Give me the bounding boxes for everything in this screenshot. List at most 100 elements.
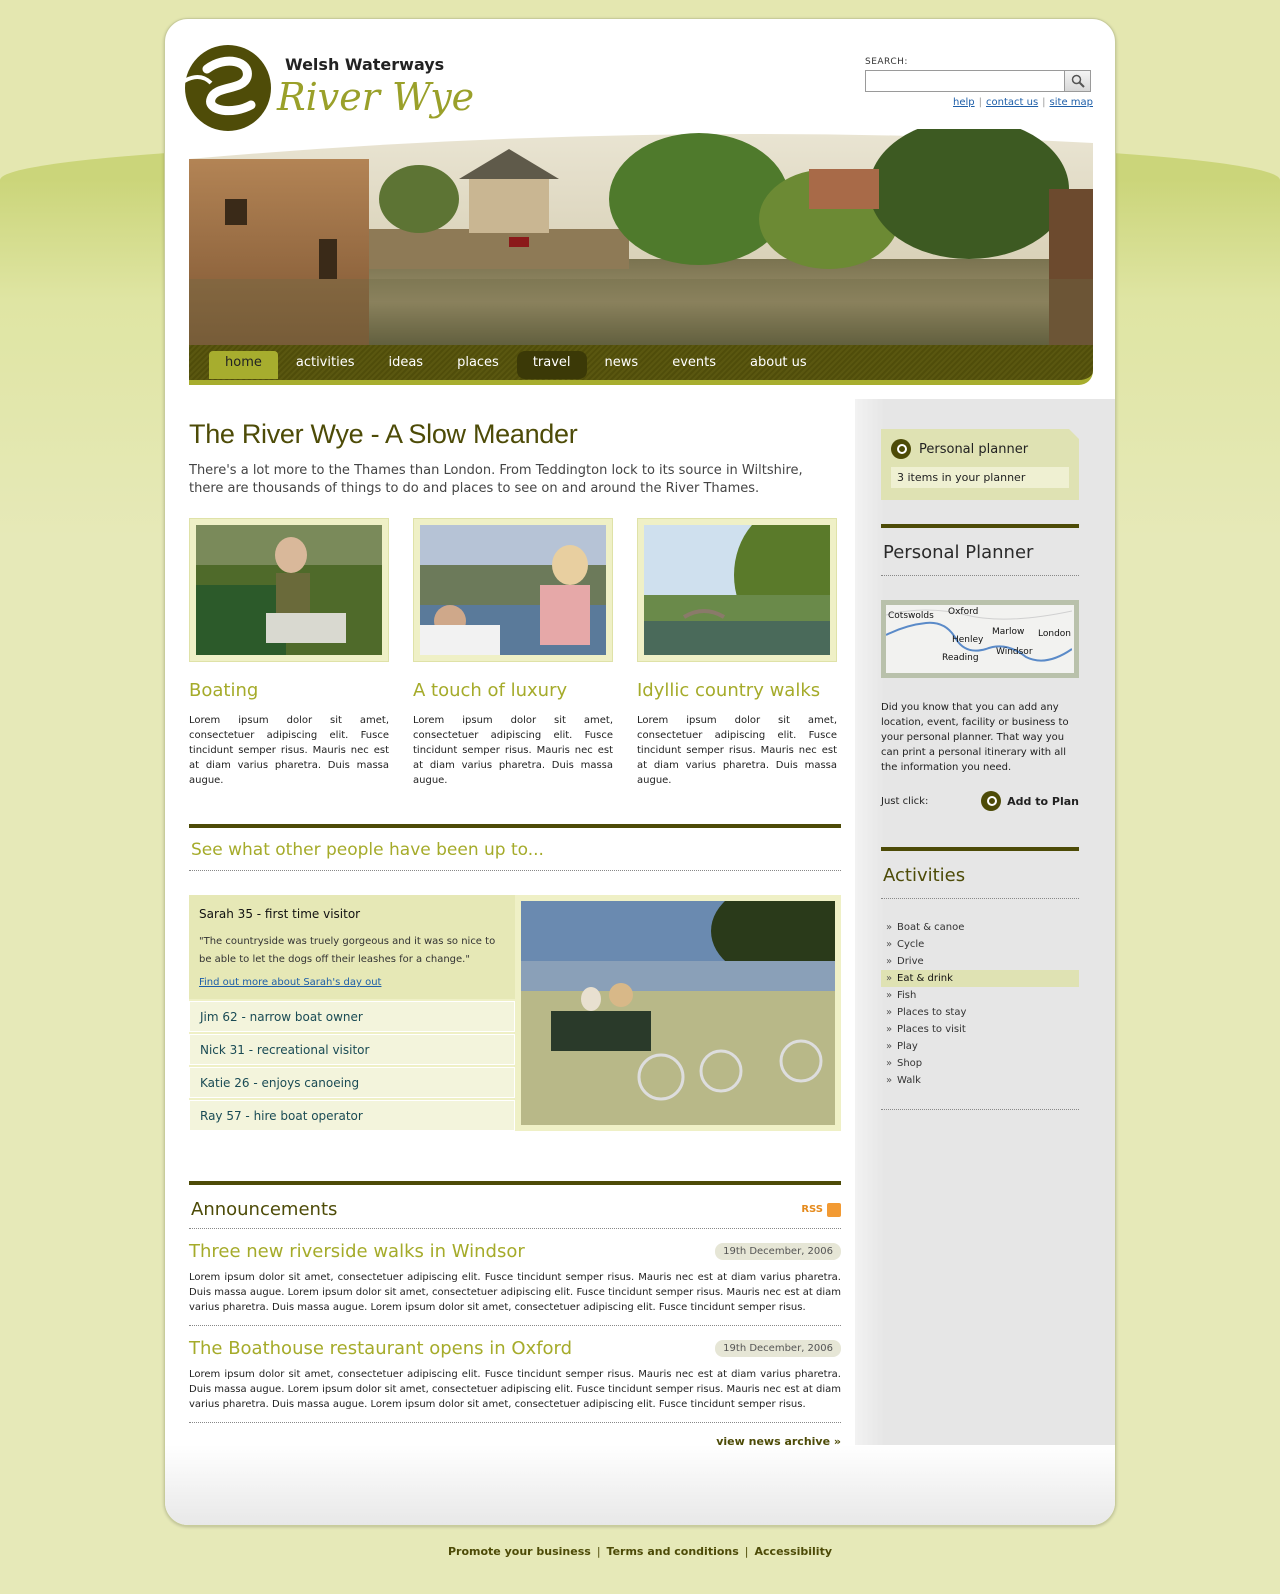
activity-item[interactable]: Walk [881,1072,1079,1089]
activity-item[interactable]: Eat & drink [881,970,1079,987]
feature-walks: Idyllic country walks Lorem ipsum dolor … [637,518,837,788]
map-inner: Cotswolds Oxford Marlow London Henley Wi… [886,605,1074,673]
map-label: Marlow [992,627,1025,637]
activities-list: Boat & canoe Cycle Drive Eat & drink Fis… [881,919,1079,1110]
nav-news[interactable]: news [589,351,655,379]
contact-us-link[interactable]: contact us [986,97,1038,108]
quote-card: Sarah 35 - first time visitor "The count… [189,895,515,999]
site-map-link[interactable]: site map [1050,97,1093,108]
announcements-header: Announcements RSS [189,1185,841,1229]
quote-link[interactable]: Find out more about Sarah's day out [199,977,505,988]
page-container: Welsh Waterways River Wye SEARCH: help | c… [164,18,1116,1526]
sidebar: Personal planner 3 items in your planner… [881,429,1079,1110]
news-text: Lorem ipsum dolor sit amet, consectetuer… [189,1369,841,1410]
search: SEARCH: [865,57,1091,92]
add-to-plan-button[interactable]: Add to Plan [981,791,1079,811]
feature-title[interactable]: Boating [189,680,389,701]
link-separator: | [1042,97,1046,108]
activity-item[interactable]: Fish [881,987,1079,1004]
activity-item[interactable]: Places to visit [881,1021,1079,1038]
search-box [865,70,1091,92]
news-head: The Boathouse restaurant opens in Oxford… [189,1338,841,1359]
news-title[interactable]: Three new riverside walks in Windsor [189,1241,525,1262]
quote-name[interactable]: Sarah 35 - first time visitor [199,907,505,921]
quote-text: "The countryside was truely gorgeous and… [199,936,496,965]
feature-luxury: A touch of luxury Lorem ipsum dolor sit … [413,518,613,788]
help-link[interactable]: help [953,97,975,108]
activity-item[interactable]: Places to stay [881,1004,1079,1021]
news-item: The Boathouse restaurant opens in Oxford… [189,1326,841,1423]
person-item[interactable]: Jim 62 - narrow boat owner [189,1001,515,1032]
activity-item[interactable]: Shop [881,1055,1079,1072]
search-icon [1071,74,1085,88]
feature-text: Lorem ipsum dolor sit amet, consectetuer… [413,715,613,786]
main-nav: home activities ideas places travel news… [189,345,1093,385]
rss-label: RSS [801,1204,823,1215]
footer-separator: | [744,1545,749,1558]
feature-title[interactable]: A touch of luxury [413,680,613,701]
planner-widget-head[interactable]: Personal planner [891,439,1069,459]
nav-home[interactable]: home [209,351,278,379]
people-section-title: See what other people have been up to... [189,828,841,871]
news-item: Three new riverside walks in Windsor 19t… [189,1229,841,1326]
search-input[interactable] [865,70,1065,92]
just-click-label: Just click: [881,795,929,807]
page-title: The River Wye - A Slow Meander [189,419,578,449]
nav-ideas[interactable]: ideas [372,351,439,379]
news-text: Lorem ipsum dolor sit amet, consectetuer… [189,1272,841,1313]
activities-title: Activities [881,851,1079,899]
feature-boating: Boating Lorem ipsum dolor sit amet, cons… [189,518,389,788]
link-separator: | [978,97,982,108]
feature-text: Lorem ipsum dolor sit amet, consectetuer… [189,715,389,786]
map-label: Henley [952,635,984,645]
planner-map[interactable]: Cotswolds Oxford Marlow London Henley Wi… [881,600,1079,678]
announcements-title: Announcements [191,1199,338,1220]
feature-title[interactable]: Idyllic country walks [637,680,837,701]
planner-count[interactable]: 3 items in your planner [891,467,1069,488]
feature-photo[interactable] [189,518,389,662]
news-head: Three new riverside walks in Windsor 19t… [189,1241,841,1262]
feature-text: Lorem ipsum dolor sit amet, consectetuer… [637,715,837,786]
news-date: 19th December, 2006 [715,1243,841,1260]
add-to-plan-row: Just click: Add to Plan [881,791,1079,811]
activity-item[interactable]: Cycle [881,936,1079,953]
main-content: The River Wye - A Slow Meander There's a… [189,419,841,1448]
nav-travel[interactable]: travel [516,351,587,379]
add-to-plan-icon [981,791,1002,811]
nav-about-us[interactable]: about us [734,351,823,379]
news-title[interactable]: The Boathouse restaurant opens in Oxford [189,1338,572,1359]
map-label: Oxford [948,607,979,617]
map-label: Cotswolds [888,611,934,621]
feature-grid: Boating Lorem ipsum dolor sit amet, cons… [189,518,841,788]
page-bottom-fade [165,1445,1115,1525]
logo-subtitle: Welsh Waterways [285,55,445,74]
person-item[interactable]: Katie 26 - enjoys canoeing [189,1067,515,1098]
footer-link-promote[interactable]: Promote your business [448,1545,591,1558]
person-item[interactable]: Ray 57 - hire boat operator [189,1100,515,1131]
search-label: SEARCH: [865,57,908,67]
intro-text: There's a lot more to the Thames than Lo… [189,463,803,496]
footer: Promote your business | Terms and conditio… [0,1545,1280,1558]
planner-pin-icon [891,439,911,459]
feature-photo[interactable] [637,518,837,662]
nav-events[interactable]: events [656,351,732,379]
person-item[interactable]: Nick 31 - recreational visitor [189,1034,515,1065]
activity-item[interactable]: Drive [881,953,1079,970]
nav-activities[interactable]: activities [280,351,371,379]
nav-places[interactable]: places [441,351,515,379]
rss-link[interactable]: RSS [801,1202,841,1217]
footer-link-terms[interactable]: Terms and conditions [607,1545,739,1558]
planner-widget: Personal planner 3 items in your planner [881,429,1079,500]
search-button[interactable] [1065,70,1091,92]
activity-item[interactable]: Play [881,1038,1079,1055]
planner-description: Did you know that you can add any locati… [881,702,1069,773]
footer-link-accessibility[interactable]: Accessibility [755,1545,833,1558]
news-date: 19th December, 2006 [715,1340,841,1357]
logo[interactable]: Welsh Waterways River Wye [181,45,481,137]
map-label: Reading [942,653,979,663]
planner-section-title: Personal Planner [881,528,1079,576]
activity-item[interactable]: Boat & canoe [881,919,1079,936]
map-label: London [1038,629,1071,639]
map-label: Windsor [996,647,1033,657]
feature-photo[interactable] [413,518,613,662]
